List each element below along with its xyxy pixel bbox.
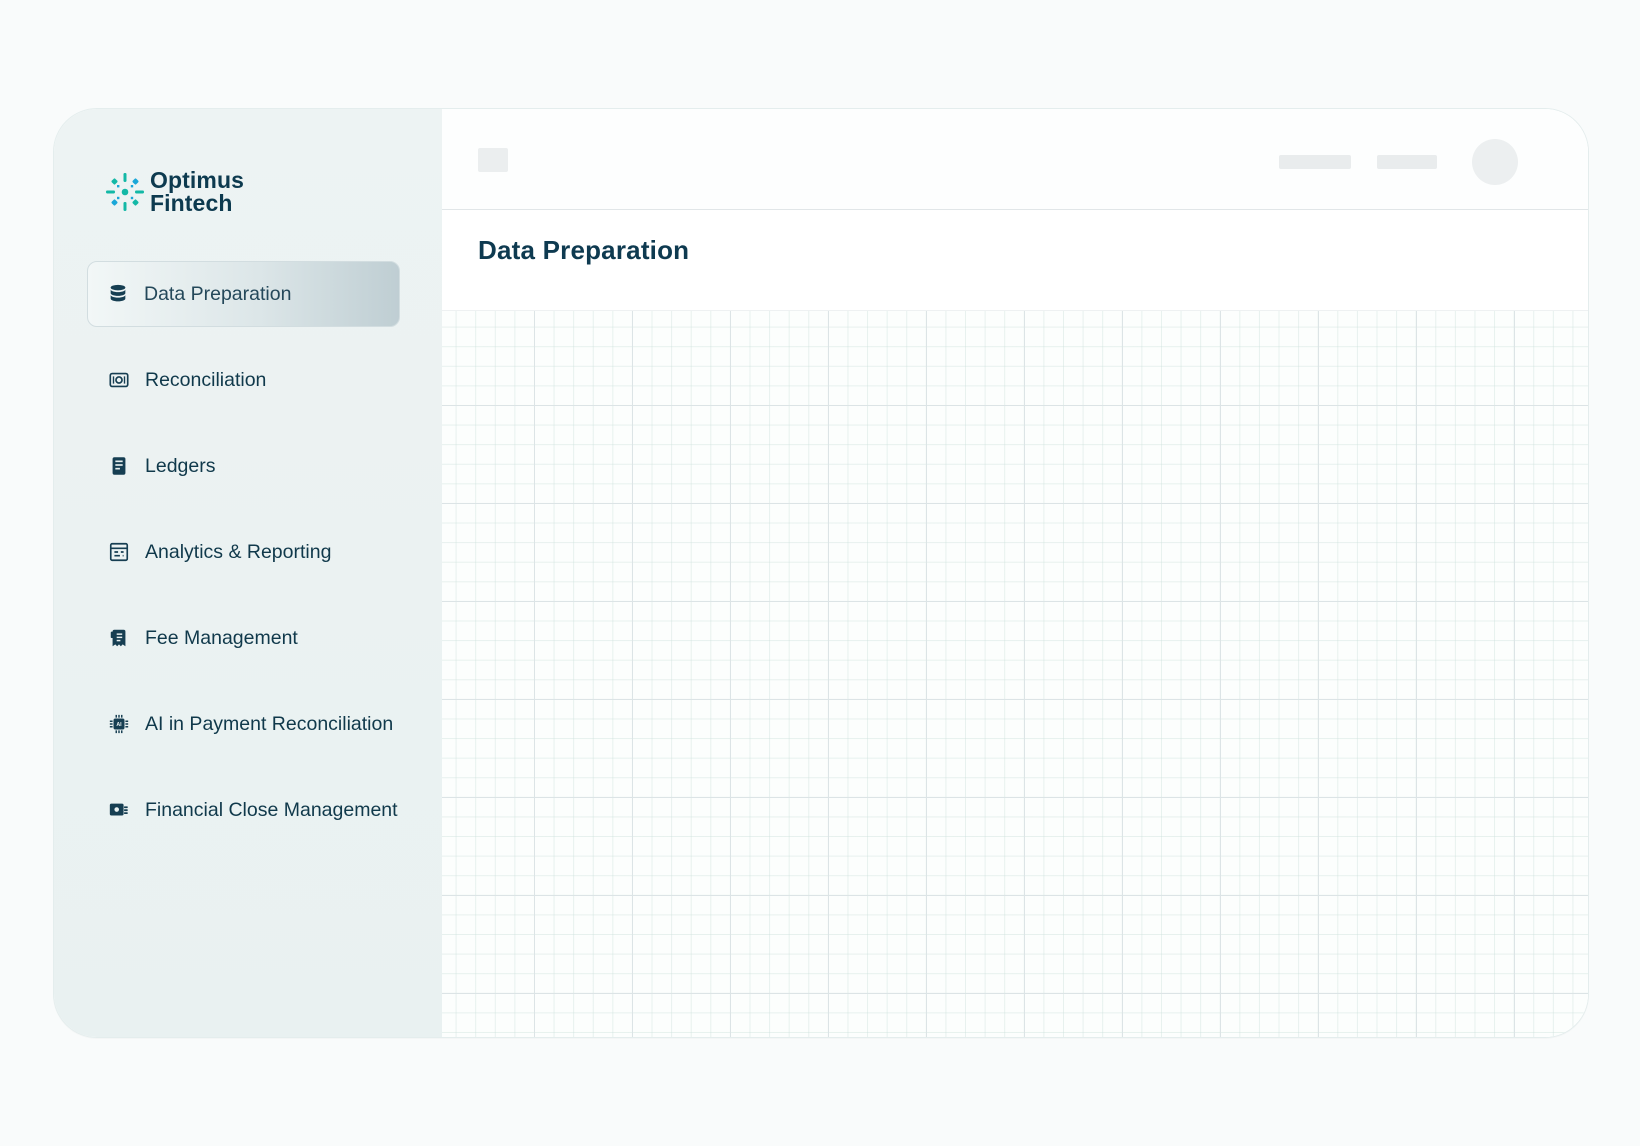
sidebar-item-reconciliation[interactable]: Reconciliation (87, 347, 417, 413)
sidebar-item-label: Fee Management (145, 626, 298, 649)
sidebar-item-label: Data Preparation (144, 282, 292, 305)
analytics-icon (107, 540, 131, 564)
financial-close-icon (107, 798, 131, 822)
sidebar-item-label: Ledgers (145, 454, 216, 477)
optimus-logo-icon (106, 173, 144, 211)
sidebar-item-fee-management[interactable]: Fee Management (87, 605, 417, 671)
topbar (442, 109, 1588, 210)
avatar[interactable] (1472, 139, 1518, 185)
sidebar-item-ledgers[interactable]: Ledgers (87, 433, 417, 499)
ledger-icon (107, 454, 131, 478)
sidebar-item-label: Reconciliation (145, 368, 267, 391)
sidebar-item-financial-close-management[interactable]: Financial Close Management (87, 777, 417, 843)
brand-name-line-2: Fintech (150, 190, 233, 216)
sidebar-item-label: Financial Close Management (145, 798, 398, 821)
sidebar-nav: Data Preparation Reconciliation Ledgers … (87, 261, 417, 863)
main-panel: Data Preparation (442, 109, 1588, 1037)
brand-logo[interactable]: Optimus Fintech (104, 169, 244, 215)
database-icon (106, 282, 130, 306)
header-placeholder-1 (1279, 155, 1351, 169)
sidebar-item-label: Analytics & Reporting (145, 540, 332, 563)
sidebar-item-label: AI in Payment Reconciliation (145, 712, 394, 735)
fee-icon (107, 626, 131, 650)
svg-text:AI: AI (116, 722, 122, 728)
content-grid-canvas (442, 311, 1588, 1037)
sidebar: Optimus Fintech Data Preparation Reconci… (54, 109, 443, 1037)
header-placeholder-2 (1377, 155, 1437, 169)
sidebar-item-analytics-reporting[interactable]: Analytics & Reporting (87, 519, 417, 585)
app-window: Optimus Fintech Data Preparation Reconci… (53, 108, 1589, 1038)
sidebar-item-ai-payment-reconciliation[interactable]: AI AI in Payment Reconciliation (87, 691, 417, 757)
brand-name: Optimus Fintech (150, 169, 244, 215)
reconciliation-icon (107, 368, 131, 392)
menu-placeholder[interactable] (478, 148, 508, 172)
sidebar-item-data-preparation[interactable]: Data Preparation (87, 261, 400, 327)
ai-chip-icon: AI (107, 712, 131, 736)
brand-name-line-1: Optimus (150, 167, 244, 193)
page-title: Data Preparation (478, 235, 690, 265)
